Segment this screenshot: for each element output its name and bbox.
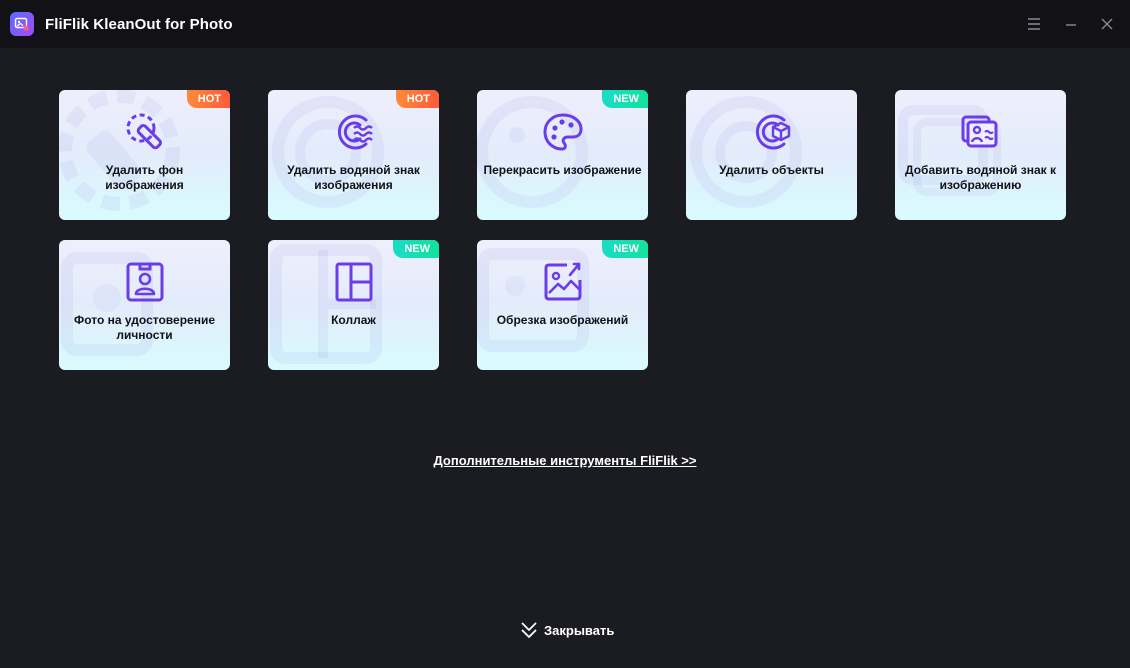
app-title: FliFlik KleanOut for Photo xyxy=(45,16,233,33)
collapse-label: Закрывать xyxy=(544,622,615,638)
app-logo-icon xyxy=(10,12,34,36)
tool-card-collage[interactable]: Коллаж NEW xyxy=(268,240,439,370)
title-bar: FliFlik KleanOut for Photo xyxy=(0,0,1130,48)
more-tools-link-wrapper: Дополнительные инструменты FliFlik >> xyxy=(0,452,1130,470)
tool-card-id-photo[interactable]: Фото на удостоверение личности xyxy=(59,240,230,370)
minimize-icon[interactable] xyxy=(1061,14,1081,34)
new-badge: NEW xyxy=(602,90,648,108)
tool-card-label: Удалить объекты xyxy=(719,163,824,177)
new-badge: NEW xyxy=(393,240,439,258)
close-window-icon[interactable] xyxy=(1097,14,1117,34)
tool-card-remove-objects[interactable]: Удалить объекты xyxy=(686,90,857,220)
tool-card-recolor-image[interactable]: Перекрасить изображение NEW xyxy=(477,90,648,220)
tool-card-label: Удалить фон изображения xyxy=(105,163,184,192)
tool-card-label: Фото на удостоверение личности xyxy=(74,313,215,342)
hot-badge: HOT xyxy=(186,90,230,108)
tool-card-remove-background[interactable]: Удалить фон изображения HOT xyxy=(59,90,230,220)
tool-card-label: Удалить водяной знак изображения xyxy=(287,163,420,192)
hot-badge: HOT xyxy=(395,90,439,108)
watermark-remove-icon xyxy=(337,114,373,150)
collapse-button[interactable]: Закрывать xyxy=(519,620,614,640)
object-remove-icon xyxy=(755,114,791,150)
tool-card-add-watermark[interactable]: Добавить водяной знак к изображению xyxy=(895,90,1066,220)
crop-image-icon xyxy=(544,262,582,301)
tool-card-remove-watermark[interactable]: Удалить водяной знак изображения HOT xyxy=(268,90,439,220)
tool-card-crop-image[interactable]: Обрезка изображений NEW xyxy=(477,240,648,370)
tool-card-label: Обрезка изображений xyxy=(496,313,629,327)
id-photo-icon xyxy=(126,262,164,302)
tool-card-label: Перекрасить изображение xyxy=(483,163,642,177)
tool-card-label: Коллаж xyxy=(331,313,376,327)
tool-card-label: Добавить водяной знак к изображению xyxy=(905,163,1056,192)
menu-icon[interactable] xyxy=(1024,14,1044,34)
more-tools-link[interactable]: Дополнительные инструменты FliFlik >> xyxy=(434,453,697,468)
palette-icon xyxy=(543,113,583,151)
eraser-icon xyxy=(126,113,162,150)
new-badge: NEW xyxy=(602,240,648,258)
main-area: Удалить фон изображения HOT Удалить водя… xyxy=(0,48,1130,668)
collage-icon xyxy=(335,262,373,302)
double-chevron-down-icon xyxy=(521,622,537,638)
watermark-add-icon xyxy=(961,115,998,148)
